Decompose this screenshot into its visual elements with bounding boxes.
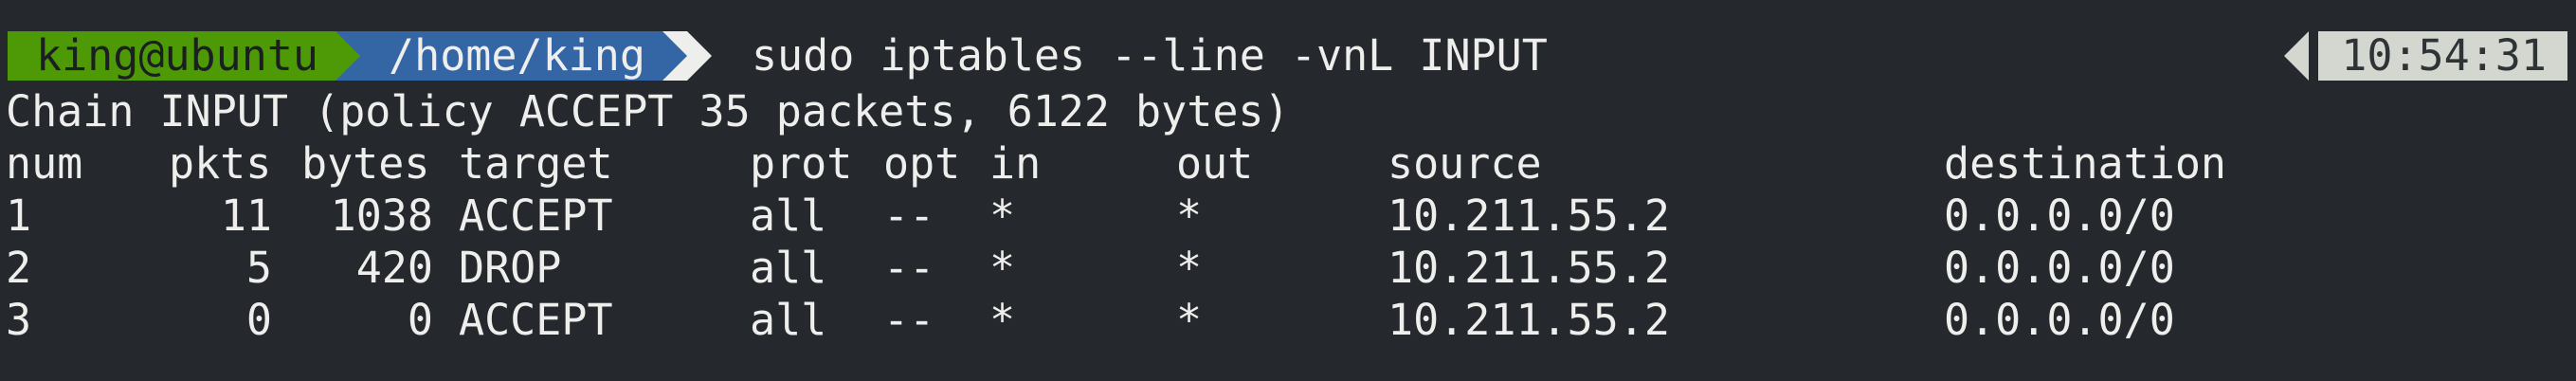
time-separator [2309, 31, 2319, 81]
row-target: ACCEPT [459, 295, 613, 345]
row-opt: -- [883, 243, 935, 293]
row-num: 2 [6, 243, 32, 293]
row-in: * [989, 243, 1016, 293]
row-pkts: 5 [245, 243, 272, 293]
row-prot: all [750, 243, 827, 293]
header-num: num [6, 138, 83, 189]
prompt-end-arrow-icon [686, 31, 712, 81]
row-bytes: 420 [355, 243, 433, 293]
row-opt: -- [883, 295, 935, 345]
row-out: * [1176, 243, 1203, 293]
header-opt: opt [883, 138, 961, 189]
row-num: 3 [6, 295, 32, 345]
row-bytes: 1038 [330, 190, 433, 241]
header-prot: prot [750, 138, 853, 189]
time-arrow-icon [2284, 31, 2310, 81]
row-destination: 0.0.0.0/0 [1944, 243, 2175, 293]
row-in: * [989, 295, 1016, 345]
row-prot: all [750, 295, 827, 345]
row-destination: 0.0.0.0/0 [1944, 190, 2175, 241]
header-out: out [1176, 138, 1254, 189]
clock-time: 10:54:31 [2318, 31, 2567, 81]
header-target: target [459, 138, 613, 189]
prompt-separator-arrow-icon [662, 31, 687, 81]
header-destination: destination [1944, 138, 2227, 189]
row-out: * [1176, 295, 1203, 345]
row-pkts: 11 [220, 190, 272, 241]
row-opt: -- [883, 190, 935, 241]
row-num: 1 [6, 190, 32, 241]
prompt-user-host: king@ubuntu [8, 31, 336, 81]
right-prompt: 10:54:31 [2284, 31, 2567, 81]
row-source: 10.211.55.2 [1388, 243, 1671, 293]
prompt-current-path: /home/king [360, 31, 662, 81]
row-source: 10.211.55.2 [1388, 190, 1671, 241]
terminal-window[interactable]: king@ubuntu /home/king sudo iptables --l… [0, 0, 2576, 381]
row-destination: 0.0.0.0/0 [1944, 295, 2175, 345]
chain-summary-line: Chain INPUT (policy ACCEPT 35 packets, 6… [6, 86, 1290, 136]
row-bytes: 0 [407, 295, 433, 345]
shell-prompt: king@ubuntu /home/king sudo iptables --l… [8, 31, 1548, 81]
command-text: sudo iptables --line -vnL INPUT [751, 30, 1548, 81]
row-out: * [1176, 190, 1203, 241]
row-target: ACCEPT [459, 190, 613, 241]
header-source: source [1388, 138, 1542, 189]
row-in: * [989, 190, 1016, 241]
row-pkts: 0 [245, 295, 272, 345]
row-target: DROP [459, 243, 562, 293]
row-source: 10.211.55.2 [1388, 295, 1671, 345]
header-in: in [989, 138, 1042, 189]
row-prot: all [750, 190, 827, 241]
header-bytes: bytes [301, 138, 430, 189]
header-pkts: pkts [169, 138, 272, 189]
prompt-separator-arrow-icon [336, 31, 361, 81]
